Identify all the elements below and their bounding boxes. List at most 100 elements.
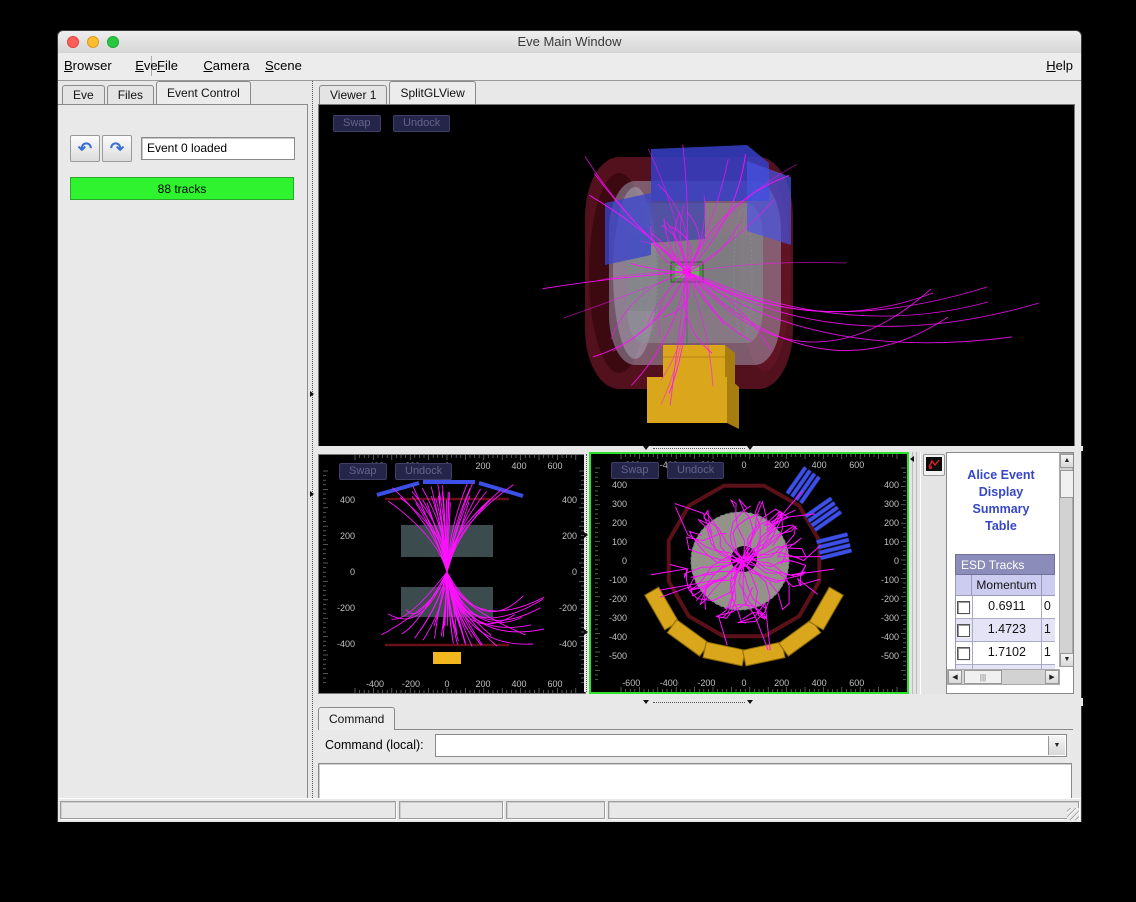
horizontal-scroll-thumb[interactable]: ||| [964,670,1002,684]
svg-text:-500: -500 [881,651,899,661]
svg-text:-200: -200 [559,603,577,613]
menu-browser[interactable]: Browser [64,58,112,73]
undock-button[interactable]: Undock [395,463,452,480]
splitter-collapse-icon[interactable] [584,629,588,635]
summary-title-line: Table [947,518,1055,535]
tab-event-control[interactable]: Event Control [156,81,251,104]
main-3d-gl-view[interactable]: Swap Undock [318,104,1075,448]
title-bar[interactable]: Eve Main Window [58,31,1081,54]
esd-track-row[interactable]: 1.71021 [956,642,1055,665]
splitter-dots [312,81,313,798]
scroll-left-icon: ◀ [952,674,957,681]
splitter-collapse-icon[interactable] [747,446,753,450]
scroll-left-button[interactable]: ◀ [948,670,962,684]
horizontal-scrollbar[interactable]: ◀ ||| ▶ [947,669,1060,685]
svg-text:-400: -400 [337,639,355,649]
clipped-column-header [1042,575,1055,596]
tab-command[interactable]: Command [318,707,395,730]
svg-text:-400: -400 [881,632,899,642]
tab-eve[interactable]: Eve [62,85,105,104]
left-panel: EveFilesEvent Control ↶ ↷ Event 0 loaded… [58,81,308,798]
svg-text:-200: -200 [337,603,355,613]
command-input[interactable]: ▼ [435,734,1067,757]
svg-text:0: 0 [444,679,449,689]
splitter-dots [653,702,745,703]
undock-button[interactable]: Undock [393,115,450,132]
swap-button[interactable]: Swap [611,462,659,479]
undock-button[interactable]: Undock [667,462,724,479]
splitter-collapse-icon[interactable] [643,446,649,450]
menu-scene[interactable]: Scene [265,58,302,73]
splitter-collapse-icon[interactable] [747,700,753,704]
svg-text:-200: -200 [697,678,715,688]
status-segment [506,801,605,819]
menu-file[interactable]: File [157,58,178,73]
splitter-collapse-icon[interactable] [643,700,649,704]
menu-eve[interactable]: Eve [135,58,157,73]
horizontal-splitter[interactable] [317,446,1083,451]
scroll-up-button[interactable]: ▲ [1060,454,1074,468]
svg-text:-400: -400 [660,678,678,688]
command-panel: Command Command (local): ▼ [317,706,1083,798]
track-checkbox[interactable] [957,647,970,660]
tab-splitglview[interactable]: SplitGLView [389,81,475,104]
swap-button[interactable]: Swap [339,463,387,480]
svg-text:400: 400 [562,495,577,505]
menu-help[interactable]: Help [1046,58,1073,73]
svg-text:200: 200 [612,518,627,528]
vertical-scrollbar[interactable]: ▲ ▼ [1059,453,1073,667]
command-output[interactable] [318,763,1072,799]
svg-text:0: 0 [350,567,355,577]
previous-event-button[interactable]: ↶ [70,135,100,162]
track-checkbox[interactable] [957,624,970,637]
status-bar [58,798,1081,822]
svg-text:400: 400 [340,495,355,505]
main-vertical-splitter[interactable] [308,81,317,798]
command-history-dropdown[interactable]: ▼ [1048,736,1065,755]
rhoz-projection: -400-400-200-200002002004004006006004004… [319,455,585,693]
svg-text:200: 200 [774,460,789,470]
splitter-collapse-icon[interactable] [310,491,314,497]
summary-splitter[interactable] [909,452,920,694]
splitter-collapse-icon[interactable] [310,391,314,397]
track-checkbox[interactable] [957,601,970,614]
menu-camera[interactable]: Camera [203,58,249,73]
svg-text:300: 300 [612,499,627,509]
window-title: Eve Main Window [58,34,1081,49]
esd-track-row[interactable]: 0.69110 [956,596,1055,619]
splitter-collapse-icon[interactable] [584,532,588,538]
svg-text:100: 100 [884,537,899,547]
svg-text:600: 600 [849,678,864,688]
rhoz-projection-view[interactable]: -400-400-200-200002002004004006006004004… [318,454,586,694]
scroll-right-button[interactable]: ▶ [1045,670,1059,684]
splitter-collapse-icon[interactable] [910,456,914,462]
svg-text:100: 100 [612,537,627,547]
next-event-button[interactable]: ↷ [102,135,132,162]
tab-files[interactable]: Files [107,85,154,104]
splitter-dots [586,454,587,692]
svg-text:600: 600 [547,679,562,689]
command-content: Command (local): ▼ [318,729,1073,799]
esd-track-row[interactable]: 1.47231 [956,619,1055,642]
swap-button[interactable]: Swap [333,115,381,132]
svg-text:200: 200 [774,678,789,688]
svg-text:300: 300 [884,499,899,509]
tab-viewer-1[interactable]: Viewer 1 [319,85,387,104]
svg-text:200: 200 [475,679,490,689]
scroll-down-button[interactable]: ▼ [1060,653,1074,667]
dropdown-arrow-icon: ▼ [1054,742,1061,749]
svg-text:0: 0 [572,567,577,577]
event-status-field[interactable]: Event 0 loaded [141,137,295,160]
vertical-scroll-thumb[interactable] [1060,470,1074,498]
svg-text:200: 200 [884,518,899,528]
svg-text:400: 400 [511,679,526,689]
back-arrow-icon: ↶ [78,139,92,158]
svg-text:0: 0 [741,678,746,688]
svg-text:200: 200 [475,461,490,471]
resize-grip[interactable] [1067,808,1079,820]
command-splitter[interactable] [317,698,1083,706]
rhophi-projection-view[interactable]: -600-600-400-400-200-2000020020040040060… [589,452,909,694]
scroll-right-icon: ▶ [1049,674,1054,681]
canvas-tab-icon-button[interactable] [923,454,945,476]
svg-text:400: 400 [884,480,899,490]
